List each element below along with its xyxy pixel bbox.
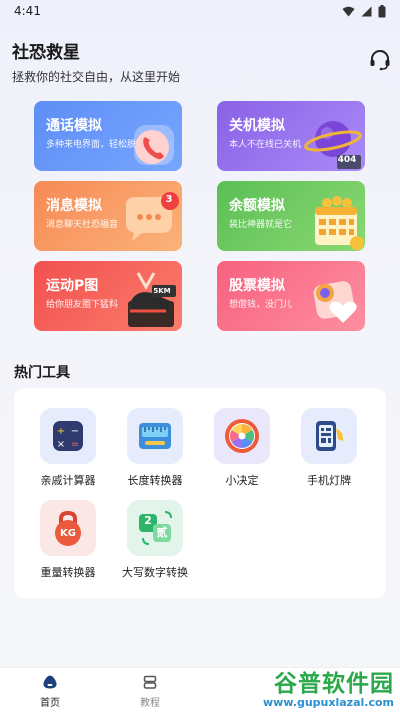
running-shoe-medal-icon (128, 272, 176, 327)
card-message-simulation[interactable]: 消息模拟 消息聊天社恐福音 3 (34, 181, 182, 251)
heart-phone-icon (313, 281, 357, 323)
page-subtitle: 拯救你的社交自由，从这里开始 (12, 70, 181, 84)
unread-count-badge: 3 (165, 194, 173, 205)
tool-relative-calculator[interactable]: + − × = 亲戚计算器 (23, 408, 113, 496)
tutorial-icon (143, 675, 157, 689)
watermark-title: 谷普软件园 (274, 671, 394, 697)
tool-label: 手机灯牌 (307, 474, 351, 487)
capital-digit-badge: 贰 (156, 526, 168, 539)
card-subtitle: 装比神器就是它 (229, 220, 293, 230)
wifi-icon (342, 6, 355, 17)
signal-icon (361, 6, 372, 17)
card-title: 余额模拟 (229, 198, 285, 214)
page-header: 社恐救星 拯救你的社交自由，从这里开始 (12, 38, 372, 85)
phone-lightboard-icon (301, 408, 357, 464)
nav-label: 首页 (40, 698, 60, 709)
card-subtitle: 给你朋友圈下猛料 (46, 300, 119, 310)
card-shutdown-simulation[interactable]: 关机模拟 本人不在线已关机 404 (217, 101, 365, 171)
hot-tools-panel: + − × = 亲戚计算器 长度转换器 小决定 手机灯牌 KG 重量转换器 2 … (14, 388, 386, 598)
tool-label: 小决定 (225, 474, 259, 487)
card-sport-photo[interactable]: 运动P图 给你朋友圈下猛料 5KM (34, 261, 182, 331)
svg-text:×: × (57, 439, 65, 450)
tool-length-converter[interactable]: 长度转换器 (110, 408, 200, 496)
phone-call-icon (134, 125, 174, 165)
site-watermark: 谷普软件园 www.gupuxlazal.com (224, 672, 394, 710)
tool-weight-converter[interactable]: KG 重量转换器 (23, 500, 113, 588)
svg-text:=: = (71, 439, 79, 450)
card-title: 消息模拟 (46, 198, 102, 214)
watermark-url: www.gupuxlazal.com (263, 696, 394, 709)
svg-text:−: − (71, 426, 79, 437)
hot-tools-title: 热门工具 (14, 365, 70, 381)
card-call-simulation[interactable]: 通话模拟 多种来电界面，轻松脱身 (34, 101, 182, 171)
distance-badge: 5KM (153, 287, 171, 295)
tool-label: 重量转换器 (40, 566, 96, 579)
nav-label: 教程 (140, 698, 160, 709)
card-title: 通话模拟 (46, 118, 102, 134)
card-title: 关机模拟 (229, 118, 285, 134)
tool-label: 大写数字转换 (122, 566, 188, 579)
spinner-wheel-icon (214, 408, 270, 464)
card-subtitle: 本人不在线已关机 (229, 140, 302, 150)
calculator-icon: + − × = (40, 408, 96, 464)
card-subtitle: 消息聊天社恐福音 (46, 220, 119, 230)
kettlebell-icon: KG (40, 500, 96, 556)
tool-capital-number-converter[interactable]: 2 贰 大写数字转换 (110, 500, 200, 588)
kg-badge: KG (60, 528, 76, 539)
ruler-icon (127, 408, 183, 464)
page-title: 社恐救星 (12, 43, 80, 63)
status-bar: 4:41 (0, 0, 400, 24)
tool-label: 长度转换器 (127, 474, 183, 487)
card-subtitle: 想僧钱，没门儿 (229, 300, 293, 310)
card-title: 运动P图 (46, 278, 99, 294)
tool-phone-lightboard[interactable]: 手机灯牌 (284, 408, 374, 496)
status-time: 4:41 (14, 4, 41, 18)
nav-item-tutorial[interactable]: 教程 (120, 674, 180, 709)
tool-small-decision[interactable]: 小决定 (197, 408, 287, 496)
nav-item-home[interactable]: 首页 (20, 674, 80, 709)
home-icon (43, 675, 57, 689)
card-title: 股票模拟 (229, 278, 285, 294)
card-stock-simulation[interactable]: 股票模拟 想僧钱，没门儿 (217, 261, 365, 331)
tool-label: 亲戚计算器 (40, 474, 96, 487)
calendar-coins-icon (315, 196, 364, 250)
card-balance-simulation[interactable]: 余额模拟 装比神器就是它 (217, 181, 365, 251)
number-convert-icon: 2 贰 (127, 500, 183, 556)
status-icons (342, 5, 386, 18)
customer-service-headset-icon[interactable] (368, 48, 392, 72)
svg-text:+: + (57, 426, 65, 437)
error-404-badge: 404 (337, 155, 357, 165)
battery-icon (378, 5, 386, 18)
